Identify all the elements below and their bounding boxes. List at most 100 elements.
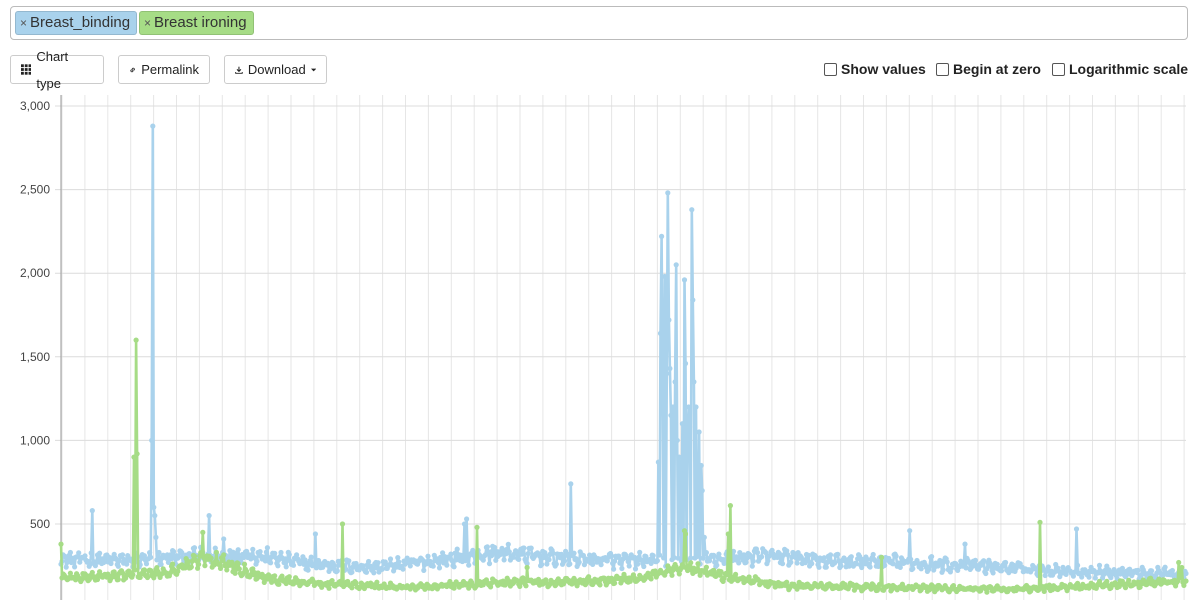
- data-point[interactable]: [143, 561, 150, 567]
- data-point[interactable]: [331, 562, 337, 569]
- data-point[interactable]: [436, 565, 443, 571]
- data-point[interactable]: [150, 123, 156, 129]
- data-point[interactable]: [1135, 567, 1141, 573]
- data-point[interactable]: [725, 531, 731, 537]
- data-point[interactable]: [154, 557, 160, 563]
- data-point[interactable]: [286, 574, 292, 580]
- data-point[interactable]: [421, 567, 427, 573]
- data-point[interactable]: [907, 528, 913, 534]
- data-point[interactable]: [910, 566, 916, 572]
- data-point[interactable]: [661, 555, 667, 561]
- data-point[interactable]: [132, 567, 138, 573]
- data-point[interactable]: [666, 317, 672, 323]
- data-point[interactable]: [175, 568, 181, 574]
- data-point[interactable]: [334, 568, 340, 574]
- data-point[interactable]: [305, 567, 311, 573]
- data-point[interactable]: [691, 379, 697, 385]
- pageviews-chart[interactable]: 500 1,000 1,500 2,000 2,500 3,000: [0, 95, 1200, 600]
- data-point[interactable]: [626, 563, 632, 569]
- data-point[interactable]: [749, 563, 755, 569]
- data-point[interactable]: [1169, 567, 1175, 574]
- data-point[interactable]: [97, 550, 103, 556]
- data-point[interactable]: [648, 576, 654, 582]
- data-point[interactable]: [576, 559, 582, 565]
- data-point[interactable]: [654, 558, 661, 564]
- data-point[interactable]: [1045, 564, 1051, 570]
- data-point[interactable]: [983, 570, 989, 577]
- data-point[interactable]: [221, 536, 227, 542]
- data-point[interactable]: [827, 552, 834, 558]
- data-point[interactable]: [759, 554, 765, 560]
- data-point[interactable]: [521, 545, 527, 551]
- data-point[interactable]: [690, 297, 696, 303]
- data-point[interactable]: [929, 554, 935, 560]
- data-point[interactable]: [893, 553, 899, 559]
- data-point[interactable]: [206, 513, 212, 519]
- data-point[interactable]: [1003, 559, 1009, 566]
- download-button[interactable]: Download: [224, 55, 327, 84]
- data-point[interactable]: [88, 550, 94, 556]
- data-point[interactable]: [147, 550, 153, 556]
- data-point[interactable]: [366, 558, 372, 565]
- data-point[interactable]: [672, 379, 678, 385]
- data-point[interactable]: [750, 558, 756, 564]
- chart-type-button[interactable]: Chart type: [10, 49, 104, 91]
- data-point[interactable]: [191, 545, 198, 551]
- data-point[interactable]: [76, 550, 82, 556]
- data-point[interactable]: [696, 429, 702, 435]
- data-point[interactable]: [689, 207, 695, 213]
- data-point[interactable]: [158, 561, 164, 567]
- data-point[interactable]: [196, 561, 202, 567]
- data-point[interactable]: [650, 553, 656, 559]
- data-point[interactable]: [208, 555, 214, 561]
- data-point[interactable]: [213, 549, 219, 555]
- data-point[interactable]: [430, 563, 436, 569]
- data-point[interactable]: [848, 554, 854, 560]
- data-point[interactable]: [235, 561, 241, 567]
- data-point[interactable]: [235, 547, 241, 553]
- data-point[interactable]: [224, 567, 230, 573]
- data-point[interactable]: [716, 551, 722, 557]
- data-point[interactable]: [505, 541, 511, 547]
- data-point[interactable]: [611, 566, 617, 572]
- data-point[interactable]: [688, 560, 694, 566]
- data-point[interactable]: [835, 551, 841, 557]
- data-point[interactable]: [466, 562, 472, 568]
- data-point[interactable]: [523, 583, 529, 589]
- data-point[interactable]: [115, 563, 121, 569]
- data-point[interactable]: [339, 521, 346, 527]
- data-point[interactable]: [108, 560, 114, 567]
- data-point[interactable]: [674, 437, 680, 443]
- show-values-option[interactable]: Show values: [824, 61, 926, 77]
- data-point[interactable]: [134, 451, 140, 457]
- data-point[interactable]: [568, 481, 574, 487]
- begin-at-zero-checkbox[interactable]: [936, 62, 949, 76]
- data-point[interactable]: [754, 549, 761, 556]
- data-point[interactable]: [641, 563, 647, 570]
- data-point[interactable]: [697, 572, 703, 578]
- data-point[interactable]: [275, 563, 281, 569]
- data-point[interactable]: [908, 556, 914, 562]
- data-point[interactable]: [714, 562, 720, 568]
- data-point[interactable]: [462, 558, 469, 564]
- data-point[interactable]: [516, 556, 522, 562]
- show-values-checkbox[interactable]: [824, 62, 837, 76]
- data-point[interactable]: [153, 534, 159, 540]
- data-point[interactable]: [250, 546, 256, 552]
- data-point[interactable]: [1178, 575, 1184, 581]
- data-point[interactable]: [1162, 564, 1168, 570]
- data-point[interactable]: [637, 549, 643, 555]
- article-search-box[interactable]: × Breast_binding × Breast ironing: [10, 6, 1188, 40]
- data-point[interactable]: [119, 552, 126, 558]
- data-point[interactable]: [276, 581, 282, 587]
- data-point[interactable]: [681, 277, 688, 283]
- data-point[interactable]: [984, 589, 990, 595]
- data-point[interactable]: [1096, 562, 1103, 568]
- data-point[interactable]: [115, 576, 121, 583]
- data-point[interactable]: [664, 370, 670, 377]
- data-point[interactable]: [695, 561, 701, 567]
- data-point[interactable]: [867, 564, 873, 570]
- data-point[interactable]: [268, 560, 274, 566]
- data-point[interactable]: [657, 330, 664, 336]
- data-point[interactable]: [1086, 574, 1092, 580]
